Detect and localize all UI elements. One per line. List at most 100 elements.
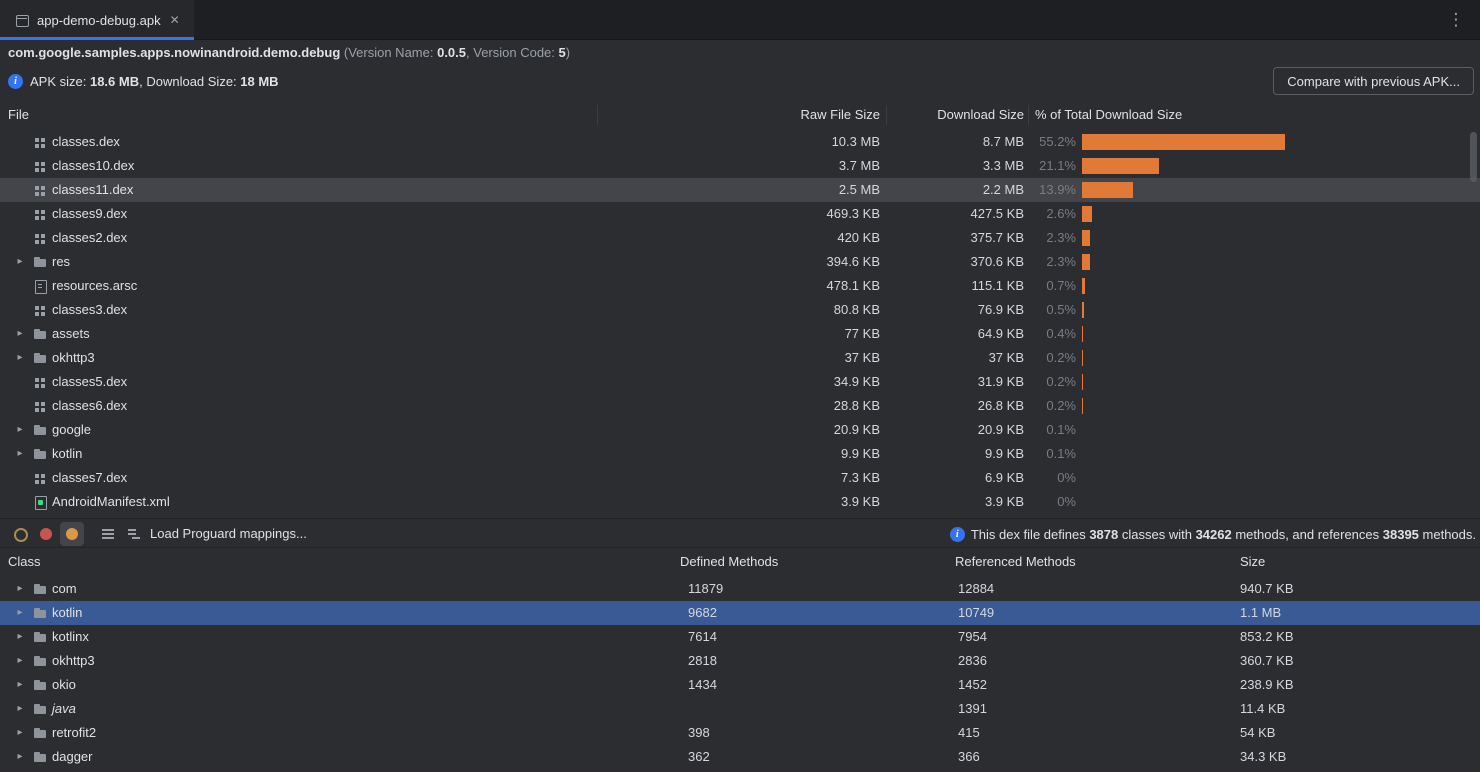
referenced-methods-value: 12884 (958, 577, 994, 601)
file-name: classes10.dex (52, 154, 134, 178)
class-package-name: com (52, 577, 77, 601)
file-table-row[interactable]: ▸ classes7.dex 7.3 KB 6.9 KB 0% (0, 466, 1480, 490)
column-header-file[interactable]: File (8, 102, 29, 128)
chevron-right-icon[interactable]: ▸ (13, 250, 27, 274)
class-table-header: Class Defined Methods Referenced Methods… (0, 549, 1480, 575)
file-table-row[interactable]: ▸ classes3.dex 80.8 KB 76.9 KB 0.5% (0, 298, 1480, 322)
raw-file-size-value: 3.9 KB (841, 490, 880, 514)
chevron-right-icon[interactable]: ▸ (13, 673, 27, 697)
chevron-right-icon[interactable]: ▸ (13, 346, 27, 370)
version-info: (Version Name: 0.0.5, Version Code: 5) (340, 45, 570, 60)
close-icon[interactable]: ✕ (170, 13, 180, 27)
file-table-row[interactable]: ▸ res 394.6 KB 370.6 KB 2.3% (0, 250, 1480, 274)
file-name: okhttp3 (52, 346, 95, 370)
class-package-name: okhttp3 (52, 649, 95, 673)
class-table-row[interactable]: ▸ kotlinx 7614 7954 853.2 KB (0, 625, 1480, 649)
dex-icon (32, 134, 48, 150)
file-table-row[interactable]: ▸ assets 77 KB 64.9 KB 0.4% (0, 322, 1480, 346)
folder-icon (32, 446, 48, 462)
dex-icon (32, 230, 48, 246)
raw-file-size-value: 394.6 KB (827, 250, 881, 274)
class-table-row[interactable]: ▸ retrofit2 398 415 54 KB (0, 721, 1480, 745)
referenced-methods-value: 415 (958, 721, 980, 745)
file-name: AndroidManifest.xml (52, 490, 170, 514)
file-table-row[interactable]: ▸ classes10.dex 3.7 MB 3.3 MB 21.1% (0, 154, 1480, 178)
column-header-defined-methods[interactable]: Defined Methods (680, 549, 778, 575)
vertical-scrollbar[interactable] (1470, 132, 1477, 182)
chevron-right-icon[interactable]: ▸ (13, 577, 27, 601)
column-header-percent-of-total[interactable]: % of Total Download Size (1035, 102, 1182, 128)
referenced-methods-value: 1452 (958, 673, 987, 697)
dex-icon (32, 470, 48, 486)
size-value: 11.4 KB (1240, 697, 1285, 721)
show-fields-toggle-button[interactable] (8, 522, 32, 546)
class-table-body: ▸ com 11879 12884 940.7 KB ▸ kotlin 9682… (0, 577, 1480, 769)
file-table-row[interactable]: ▸ resources.arsc 478.1 KB 115.1 KB 0.7% (0, 274, 1480, 298)
show-referenced-toggle-button[interactable] (60, 522, 84, 546)
class-table-row[interactable]: ▸ dagger 362 366 34.3 KB (0, 745, 1480, 769)
collapse-all-button[interactable] (122, 522, 146, 546)
compare-with-previous-apk-button[interactable]: Compare with previous APK... (1273, 67, 1474, 95)
chevron-right-icon[interactable]: ▸ (13, 721, 27, 745)
column-header-download-size[interactable]: Download Size (937, 102, 1024, 128)
column-header-size[interactable]: Size (1240, 549, 1265, 575)
file-table-row[interactable]: ▸ classes11.dex 2.5 MB 2.2 MB 13.9% (0, 178, 1480, 202)
show-methods-toggle-button[interactable] (34, 522, 58, 546)
chevron-right-icon[interactable]: ▸ (13, 697, 27, 721)
version-mid: , Version Code: (466, 45, 559, 60)
file-table-row[interactable]: ▸ okhttp3 37 KB 37 KB 0.2% (0, 346, 1480, 370)
column-header-class[interactable]: Class (8, 549, 41, 575)
percent-bar (1082, 326, 1083, 342)
more-options-icon[interactable]: ⋮ (1444, 8, 1468, 32)
file-table-row[interactable]: ▸ classes5.dex 34.9 KB 31.9 KB 0.2% (0, 370, 1480, 394)
dex-icon (32, 206, 48, 222)
percent-bar (1082, 206, 1092, 222)
download-size-value: 115.1 KB (971, 274, 1024, 298)
class-table-row[interactable]: ▸ kotlin 9682 10749 1.1 MB (0, 601, 1480, 625)
column-divider (1028, 105, 1029, 125)
raw-file-size-value: 28.8 KB (834, 394, 880, 418)
file-table-row[interactable]: ▸ classes6.dex 28.8 KB 26.8 KB 0.2% (0, 394, 1480, 418)
tab-app-demo-debug-apk[interactable]: app-demo-debug.apk ✕ (0, 0, 194, 40)
editor-tab-bar: app-demo-debug.apk ✕ ⋮ (0, 0, 1480, 40)
download-size-value: 3.9 KB (985, 490, 1024, 514)
chevron-right-icon[interactable]: ▸ (13, 649, 27, 673)
load-proguard-mappings-action[interactable]: Load Proguard mappings... (150, 519, 307, 549)
chevron-right-icon[interactable]: ▸ (13, 625, 27, 649)
version-name-value: 0.0.5 (437, 45, 466, 60)
column-header-raw-file-size[interactable]: Raw File Size (801, 102, 880, 128)
file-table-row[interactable]: ▸ AndroidManifest.xml 3.9 KB 3.9 KB 0% (0, 490, 1480, 514)
file-table-row[interactable]: ▸ google 20.9 KB 20.9 KB 0.1% (0, 418, 1480, 442)
class-table-row[interactable]: ▸ okio 1434 1452 238.9 KB (0, 673, 1480, 697)
column-divider (886, 105, 887, 125)
download-percent-value: 0.4% (1046, 322, 1076, 346)
show-methods-icon (39, 527, 53, 541)
download-size-label: , Download Size: (139, 74, 240, 89)
file-table-row[interactable]: ▸ classes2.dex 420 KB 375.7 KB 2.3% (0, 226, 1480, 250)
percent-bar (1082, 254, 1090, 270)
download-percent-value: 0.5% (1046, 298, 1076, 322)
expand-all-button[interactable] (96, 522, 120, 546)
file-table-row[interactable]: ▸ classes9.dex 469.3 KB 427.5 KB 2.6% (0, 202, 1480, 226)
file-table-row[interactable]: ▸ kotlin 9.9 KB 9.9 KB 0.1% (0, 442, 1480, 466)
chevron-right-icon[interactable]: ▸ (13, 745, 27, 769)
class-table-row[interactable]: ▸ java 1391 11.4 KB (0, 697, 1480, 721)
class-package-name: dagger (52, 745, 92, 769)
raw-file-size-value: 10.3 MB (832, 130, 880, 154)
column-header-referenced-methods[interactable]: Referenced Methods (955, 549, 1076, 575)
expand-all-icon (101, 527, 115, 541)
folder-icon (32, 326, 48, 342)
file-name: classes5.dex (52, 370, 127, 394)
chevron-right-icon[interactable]: ▸ (13, 601, 27, 625)
chevron-right-icon[interactable]: ▸ (13, 442, 27, 466)
class-package-name: java (52, 697, 76, 721)
size-value: 360.7 KB (1240, 649, 1294, 673)
chevron-right-icon[interactable]: ▸ (13, 322, 27, 346)
class-table-row[interactable]: ▸ com 11879 12884 940.7 KB (0, 577, 1480, 601)
download-percent-value: 21.1% (1039, 154, 1076, 178)
raw-file-size-value: 469.3 KB (827, 202, 881, 226)
package-header: com.google.samples.apps.nowinandroid.dem… (8, 45, 570, 60)
chevron-right-icon[interactable]: ▸ (13, 418, 27, 442)
file-table-row[interactable]: ▸ classes.dex 10.3 MB 8.7 MB 55.2% (0, 130, 1480, 154)
class-table-row[interactable]: ▸ okhttp3 2818 2836 360.7 KB (0, 649, 1480, 673)
